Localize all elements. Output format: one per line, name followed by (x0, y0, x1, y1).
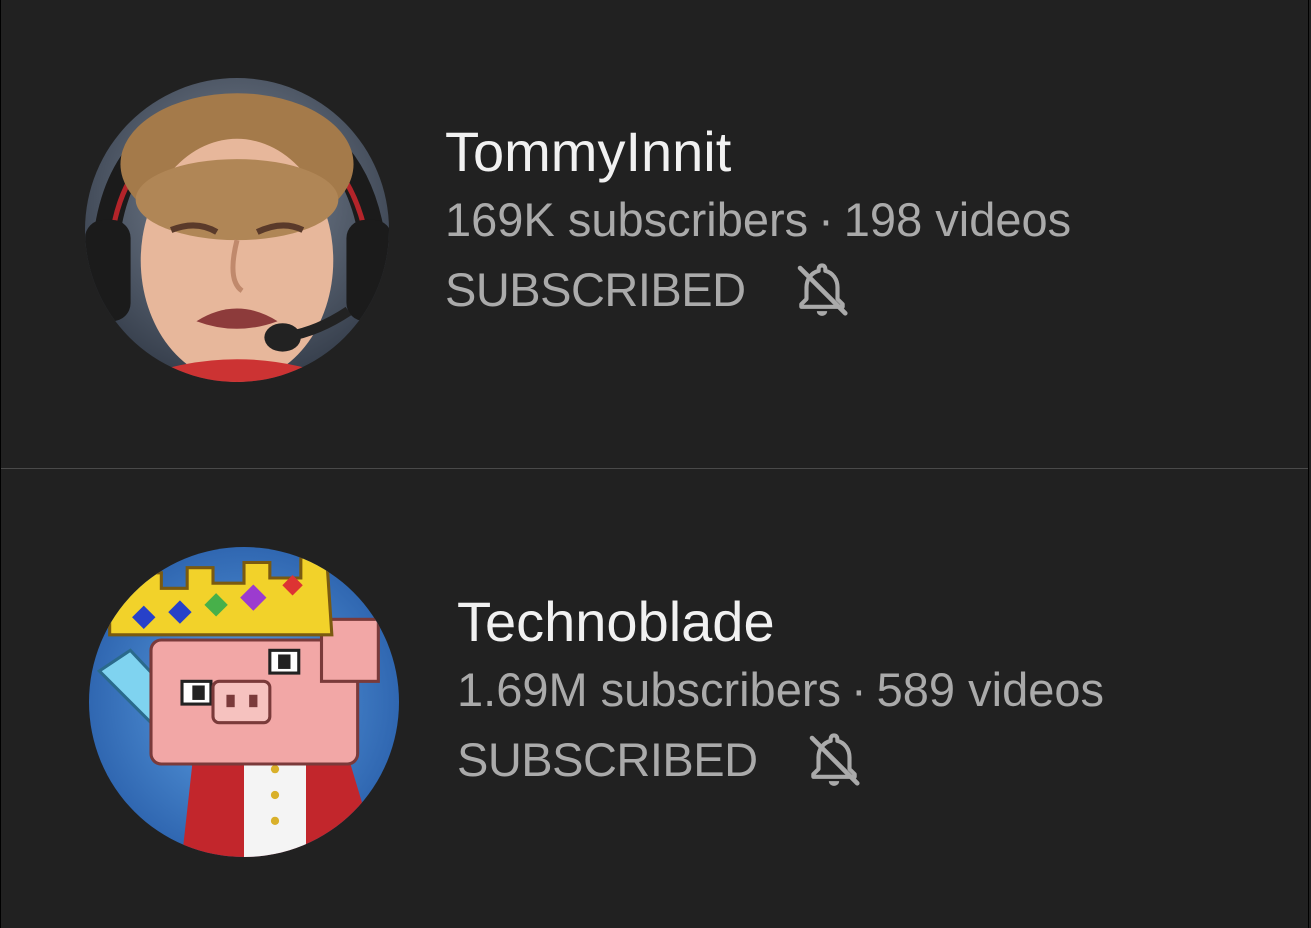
channel-name[interactable]: Technoblade (457, 590, 1104, 654)
subscribed-button[interactable]: SUBSCRIBED (445, 260, 746, 320)
subscriber-count: 169K subscribers (445, 193, 809, 246)
subscription-controls: SUBSCRIBED (457, 728, 1104, 792)
subscribed-button[interactable]: SUBSCRIBED (457, 730, 758, 790)
subscription-controls: SUBSCRIBED (445, 258, 1071, 322)
video-count: 589 videos (876, 663, 1104, 716)
notification-bell-button[interactable] (802, 728, 866, 792)
subscriber-count: 1.69M subscribers (457, 663, 841, 716)
channel-name[interactable]: TommyInnit (445, 120, 1071, 184)
channel-row[interactable]: Technoblade 1.69M subscribers · 589 videos… (1, 469, 1308, 928)
avatar-cartoon-pig-king-icon (89, 547, 399, 857)
separator-dot: · (818, 193, 834, 246)
channel-avatar[interactable] (89, 547, 399, 857)
channel-stats: 169K subscribers · 198 videos (445, 190, 1071, 250)
video-count: 198 videos (843, 193, 1072, 246)
bell-off-icon (809, 733, 860, 786)
channel-avatar[interactable] (85, 78, 389, 382)
subscriptions-list: TommyInnit 169K subscribers · 198 videos S… (0, 0, 1309, 928)
avatar-photo-icon (85, 78, 389, 382)
channel-info: TommyInnit 169K subscribers · 198 videos S… (445, 120, 1071, 322)
notification-bell-button[interactable] (790, 258, 854, 322)
channel-row[interactable]: TommyInnit 169K subscribers · 198 videos S… (1, 0, 1308, 468)
channel-stats: 1.69M subscribers · 589 videos (457, 660, 1104, 720)
bell-off-icon (797, 263, 848, 316)
separator-dot: · (851, 663, 867, 716)
channel-info: Technoblade 1.69M subscribers · 589 videos… (457, 590, 1104, 792)
